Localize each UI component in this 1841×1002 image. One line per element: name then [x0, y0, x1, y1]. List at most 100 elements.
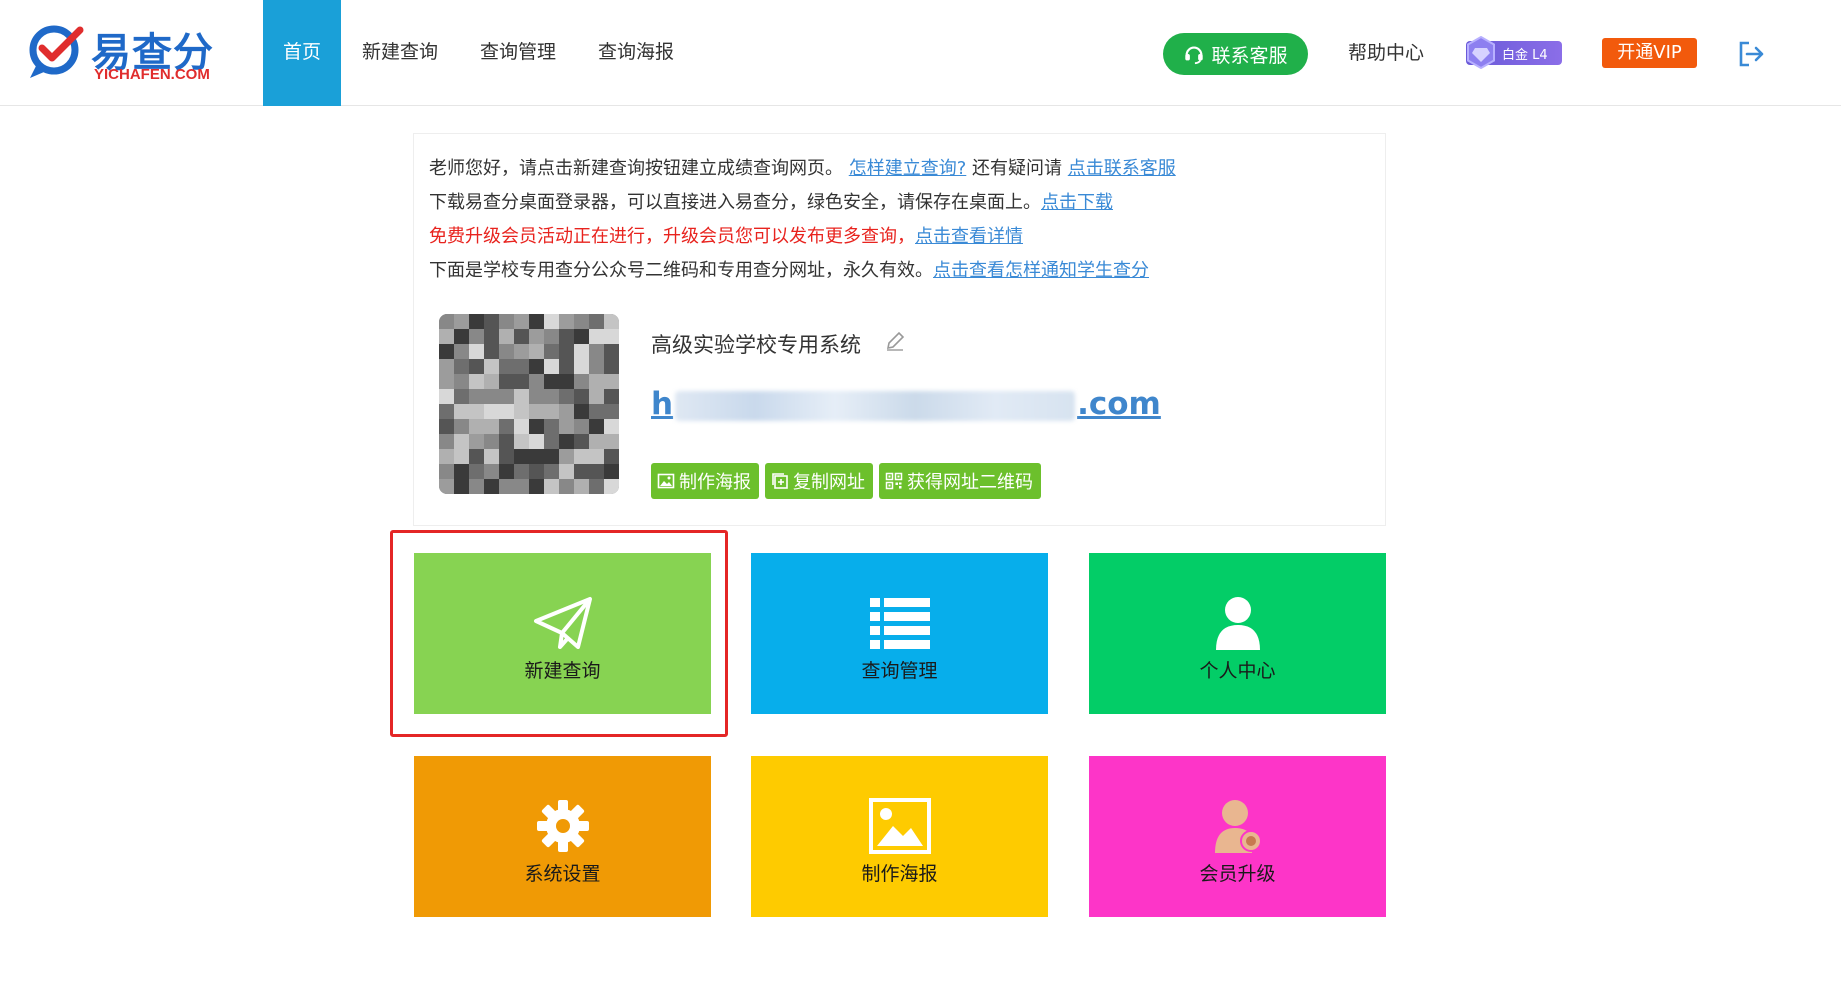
school-qrcode-image — [439, 314, 619, 494]
qr-pixel — [544, 329, 560, 345]
image-icon — [657, 473, 675, 489]
qr-pixel — [574, 464, 590, 480]
qr-pixel — [499, 434, 515, 450]
qr-pixel — [439, 404, 455, 420]
help-center-link[interactable]: 帮助中心 — [1348, 38, 1424, 65]
main-nav: 首页 新建查询 查询管理 查询海报 — [263, 0, 695, 106]
qr-pixel — [454, 389, 470, 405]
qr-pixel — [604, 359, 619, 375]
notice-line-4: 下面是学校专用查分公众号二维码和专用查分网址，永久有效。点击查看怎样通知学生查分 — [429, 260, 1149, 281]
notice-line-2: 下载易查分桌面登录器，可以直接进入易查分，绿色安全，请保存在桌面上。点击下载 — [429, 192, 1113, 213]
qr-pixel — [544, 359, 560, 375]
qr-pixel — [439, 329, 455, 345]
qr-pixel — [514, 464, 530, 480]
qr-pixel — [544, 479, 560, 494]
qr-pixel — [574, 314, 590, 330]
nav-new-query[interactable]: 新建查询 — [341, 0, 459, 106]
qr-pixel — [514, 479, 530, 494]
qr-pixel — [439, 419, 455, 435]
qr-pixel — [604, 314, 619, 330]
qr-pixel — [469, 404, 485, 420]
how-to-notify-link[interactable]: 点击查看怎样通知学生查分 — [933, 260, 1149, 281]
qr-pixel — [514, 434, 530, 450]
qr-pixel — [499, 419, 515, 435]
qr-pixel — [469, 419, 485, 435]
qr-pixel — [514, 449, 530, 465]
qr-pixel — [454, 329, 470, 345]
qr-pixel — [589, 419, 605, 435]
qr-pixel — [469, 359, 485, 375]
qr-pixel — [499, 479, 515, 494]
open-vip-button[interactable]: 开通VIP — [1602, 38, 1697, 68]
edit-pencil-icon[interactable] — [884, 330, 906, 352]
qr-pixel — [574, 329, 590, 345]
nav-home[interactable]: 首页 — [263, 0, 342, 106]
qr-pixel — [604, 404, 619, 420]
qr-pixel — [559, 314, 575, 330]
nav-query-poster[interactable]: 查询海报 — [577, 0, 695, 106]
tile-member-upgrade[interactable]: 会员升级 — [1089, 756, 1386, 917]
qr-pixel — [514, 389, 530, 405]
member-level-badge[interactable]: 白金 L4 — [1466, 36, 1562, 69]
tile-personal-center[interactable]: 个人中心 — [1089, 553, 1386, 714]
qr-pixel — [484, 329, 500, 345]
qr-pixel — [604, 434, 619, 450]
make-poster-button[interactable]: 制作海报 — [651, 463, 759, 499]
qr-pixel — [589, 464, 605, 480]
tile-system-settings[interactable]: 系统设置 — [414, 756, 711, 917]
qr-pixel — [544, 434, 560, 450]
qr-pixel — [529, 479, 545, 494]
tile-label: 系统设置 — [524, 863, 601, 885]
qr-pixel — [589, 389, 605, 405]
qr-pixel — [514, 374, 530, 390]
tile-new-query[interactable]: 新建查询 — [414, 553, 711, 714]
qr-pixel — [484, 389, 500, 405]
qr-pixel — [559, 329, 575, 345]
qr-pixel — [574, 449, 590, 465]
qr-pixel — [469, 374, 485, 390]
qr-pixel — [544, 449, 560, 465]
qr-pixel — [589, 359, 605, 375]
contact-service-link[interactable]: 点击联系客服 — [1068, 158, 1176, 179]
qr-pixel — [514, 344, 530, 360]
tile-make-poster[interactable]: 制作海报 — [751, 756, 1048, 917]
tile-label: 查询管理 — [861, 660, 938, 682]
qr-pixel — [604, 449, 619, 465]
qr-pixel — [484, 359, 500, 375]
qr-pixel — [529, 389, 545, 405]
view-details-link[interactable]: 点击查看详情 — [915, 226, 1023, 247]
qr-pixel — [484, 449, 500, 465]
qr-pixel — [499, 344, 515, 360]
qr-pixel — [484, 479, 500, 494]
qr-pixel — [514, 419, 530, 435]
download-link[interactable]: 点击下载 — [1041, 192, 1113, 213]
qr-pixel — [469, 464, 485, 480]
qr-pixel — [559, 389, 575, 405]
qr-pixel — [499, 404, 515, 420]
qr-pixel — [529, 329, 545, 345]
site-logo[interactable]: 易查分 YICHAFEN.COM — [28, 18, 218, 84]
headset-icon — [1185, 46, 1204, 65]
get-url-qrcode-button[interactable]: 获得网址二维码 — [879, 463, 1041, 499]
qr-pixel — [499, 374, 515, 390]
qr-pixel — [439, 449, 455, 465]
top-header: 易查分 YICHAFEN.COM 首页 新建查询 查询管理 查询海报 联系客服 … — [0, 0, 1841, 106]
school-query-url[interactable]: h .com — [651, 386, 1161, 422]
qr-pixel — [484, 374, 500, 390]
nav-query-manage[interactable]: 查询管理 — [459, 0, 577, 106]
qr-pixel — [484, 419, 500, 435]
copy-url-button[interactable]: 复制网址 — [765, 463, 873, 499]
tile-query-manage[interactable]: 查询管理 — [751, 553, 1048, 714]
qr-pixel — [529, 464, 545, 480]
qr-pixel — [514, 359, 530, 375]
qr-pixel — [499, 359, 515, 375]
how-to-create-link[interactable]: 怎样建立查询? — [849, 158, 967, 179]
member-upgrade-icon — [1214, 800, 1262, 853]
user-icon — [1215, 597, 1260, 650]
qr-pixel — [559, 419, 575, 435]
qr-pixel — [544, 374, 560, 390]
logout-icon[interactable] — [1737, 40, 1765, 68]
school-actions: 制作海报 复制网址 获得网址二维码 — [651, 463, 1041, 499]
qr-pixel — [484, 434, 500, 450]
contact-service-button[interactable]: 联系客服 — [1163, 33, 1308, 75]
